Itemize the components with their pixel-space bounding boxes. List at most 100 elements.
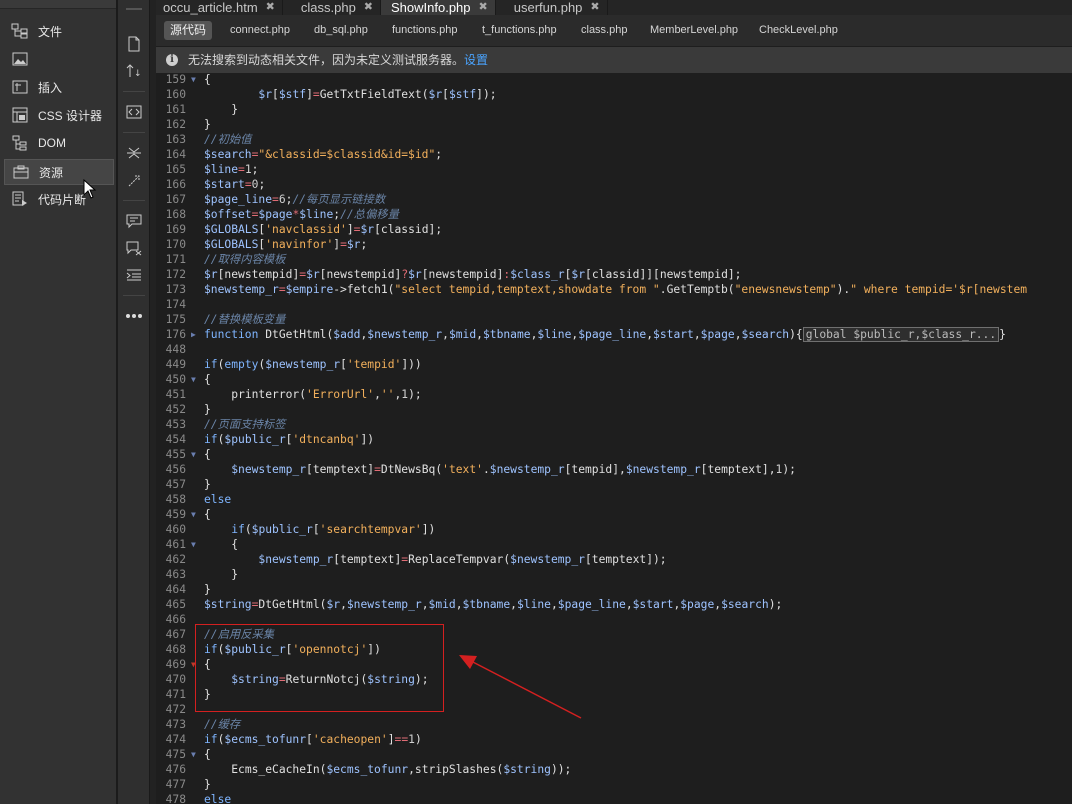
code-text: $r[newstempid]=$r[newstempid]?$r[newstem…: [204, 268, 742, 281]
apply-comment-icon[interactable]: [123, 210, 145, 232]
code-text: $page_line=6;//每页显示链接数: [204, 193, 386, 206]
line-number: 450: [165, 373, 186, 386]
code-line[interactable]: 454 if($public_r['dtncanbq']): [156, 432, 1072, 447]
code-line[interactable]: 465 $string=DtGetHtml($r,$newstemp_r,$mid…: [156, 597, 1072, 612]
tab-showinfo-php[interactable]: ShowInfo.php ✖: [381, 0, 496, 15]
code-line[interactable]: 168 $offset=$page*$line;//总偏移量: [156, 207, 1072, 222]
code-line[interactable]: 174: [156, 297, 1072, 312]
code-line[interactable]: 463 }: [156, 567, 1072, 582]
code-line[interactable]: 159 ▼ {: [156, 73, 1072, 87]
related-file[interactable]: class.php: [581, 24, 627, 37]
fold-toggle-icon[interactable]: ▼: [191, 537, 200, 552]
panel-item-assets[interactable]: 资源: [4, 159, 114, 185]
code-line[interactable]: 455 ▼ {: [156, 447, 1072, 462]
code-line[interactable]: 478 else: [156, 792, 1072, 804]
panel-item-files[interactable]: 文件: [4, 19, 112, 43]
tab-class-php[interactable]: class.php ✖: [283, 0, 382, 15]
collapse-tag-icon[interactable]: [123, 142, 145, 164]
panel-item-insert[interactable]: 插入: [4, 75, 112, 99]
code-line[interactable]: 173 $newstemp_r=$empire->fetch1("select t…: [156, 282, 1072, 297]
code-line[interactable]: 475 ▼ {: [156, 747, 1072, 762]
code-line[interactable]: 457}: [156, 477, 1072, 492]
code-line[interactable]: 175 //替换模板变量: [156, 312, 1072, 327]
settings-link[interactable]: 设置: [464, 53, 488, 67]
code-line[interactable]: 460 if($public_r['searchtempvar']): [156, 522, 1072, 537]
tab-userfun-php[interactable]: userfun.php ✖: [496, 0, 608, 15]
code-line[interactable]: 452}: [156, 402, 1072, 417]
line-number: 478: [165, 793, 186, 804]
fold-toggle-icon[interactable]: ▼: [191, 73, 200, 87]
code-line[interactable]: 167 $page_line=6;//每页显示链接数: [156, 192, 1072, 207]
code-line[interactable]: 473 //缓存: [156, 717, 1072, 732]
more-options-icon[interactable]: [123, 305, 145, 327]
code-text: }: [204, 568, 239, 581]
panel-item-css-designer[interactable]: CSS 设计器: [4, 103, 112, 127]
line-number: 449: [165, 358, 186, 371]
panel-item-images[interactable]: [4, 47, 112, 71]
code-line[interactable]: 477}: [156, 777, 1072, 792]
code-line[interactable]: 172 $r[newstempid]=$r[newstempid]?$r[news…: [156, 267, 1072, 282]
toolbar-separator: [123, 91, 145, 92]
code-line[interactable]: 162}: [156, 117, 1072, 132]
code-text: if(empty($newstemp_r['tempid'])): [204, 358, 422, 371]
code-line[interactable]: 171 //取得内容模板: [156, 252, 1072, 267]
code-line[interactable]: 166 $start=0;: [156, 177, 1072, 192]
remove-comment-icon[interactable]: [123, 237, 145, 259]
source-code-button[interactable]: 源代码: [164, 21, 213, 40]
fold-toggle-icon[interactable]: ▼: [191, 507, 200, 522]
related-file[interactable]: db_sql.php: [314, 24, 368, 37]
toolbar-grip[interactable]: [126, 8, 142, 10]
open-documents-icon[interactable]: [123, 33, 145, 55]
close-icon[interactable]: ✖: [479, 0, 488, 15]
related-file[interactable]: t_functions.php: [482, 24, 557, 37]
code-line[interactable]: 453 //页面支持标签: [156, 417, 1072, 432]
close-icon[interactable]: ✖: [266, 0, 275, 15]
line-number: 458: [165, 493, 186, 506]
fold-toggle-icon[interactable]: ▶: [191, 327, 200, 342]
code-line[interactable]: 450 ▼ {: [156, 372, 1072, 387]
fold-toggle-icon[interactable]: ▼: [191, 447, 200, 462]
tab-occu-article[interactable]: occu_article.htm ✖: [156, 0, 283, 15]
line-number: 165: [165, 163, 186, 176]
related-file[interactable]: MemberLevel.php: [650, 24, 738, 37]
code-text: //取得内容模板: [204, 253, 286, 266]
code-text: $offset=$page*$line;//总偏移量: [204, 208, 399, 221]
code-line[interactable]: 163 //初始值: [156, 132, 1072, 147]
code-line[interactable]: 461 ▼ {: [156, 537, 1072, 552]
code-text: $newstemp_r=$empire->fetch1("select temp…: [204, 283, 1028, 296]
toolbar-separator: [123, 295, 145, 296]
code-line[interactable]: 176 ▶ function DtGetHtml($add,$newstemp_r,…: [156, 327, 1072, 342]
code-line[interactable]: 459 ▼ {: [156, 507, 1072, 522]
code-line[interactable]: 169 $GLOBALS['navclassid']=$r[classid];: [156, 222, 1072, 237]
close-icon[interactable]: ✖: [590, 0, 599, 15]
indent-code-icon[interactable]: [123, 264, 145, 286]
code-line[interactable]: 161 }: [156, 102, 1072, 117]
close-icon[interactable]: ✖: [364, 0, 373, 15]
coding-toolbar: ↓: [118, 0, 150, 804]
code-view-icon[interactable]: [123, 101, 145, 123]
code-line[interactable]: 170 $GLOBALS['navinfor']=$r;: [156, 237, 1072, 252]
code-line[interactable]: 474 if($ecms_tofunr['cacheopen']==1): [156, 732, 1072, 747]
related-file[interactable]: CheckLevel.php: [759, 24, 838, 37]
code-line[interactable]: 449 if(empty($newstemp_r['tempid'])): [156, 357, 1072, 372]
fold-toggle-icon[interactable]: ▼: [191, 372, 200, 387]
panel-item-dom[interactable]: DOM: [4, 131, 112, 155]
code-text: }: [204, 478, 211, 491]
sort-icon[interactable]: ↓: [123, 60, 145, 82]
code-line[interactable]: 476 Ecms_eCacheIn($ecms_tofunr,stripSlas…: [156, 762, 1072, 777]
select-parent-tag-icon[interactable]: [123, 170, 145, 192]
code-text: printerror('ErrorUrl','',1);: [231, 388, 422, 401]
code-line[interactable]: 451 printerror('ErrorUrl','',1);: [156, 387, 1072, 402]
code-line[interactable]: 464}: [156, 582, 1072, 597]
code-line[interactable]: 160 $r[$stf]=GetTxtFieldText($r[$stf]);: [156, 87, 1072, 102]
code-line[interactable]: 456 $newstemp_r[temptext]=DtNewsBq('text…: [156, 462, 1072, 477]
related-file[interactable]: connect.php: [230, 24, 290, 37]
code-line[interactable]: 458 else: [156, 492, 1072, 507]
related-file[interactable]: functions.php: [392, 24, 457, 37]
code-line[interactable]: 462 $newstemp_r[temptext]=ReplaceTempvar…: [156, 552, 1072, 567]
code-line[interactable]: 165 $line=1;: [156, 162, 1072, 177]
fold-toggle-icon[interactable]: ▼: [191, 747, 200, 762]
code-line[interactable]: 164 $search="&classid=$classid&id=$id";: [156, 147, 1072, 162]
code-line[interactable]: 448: [156, 342, 1072, 357]
panel-item-label: DOM: [38, 136, 66, 150]
